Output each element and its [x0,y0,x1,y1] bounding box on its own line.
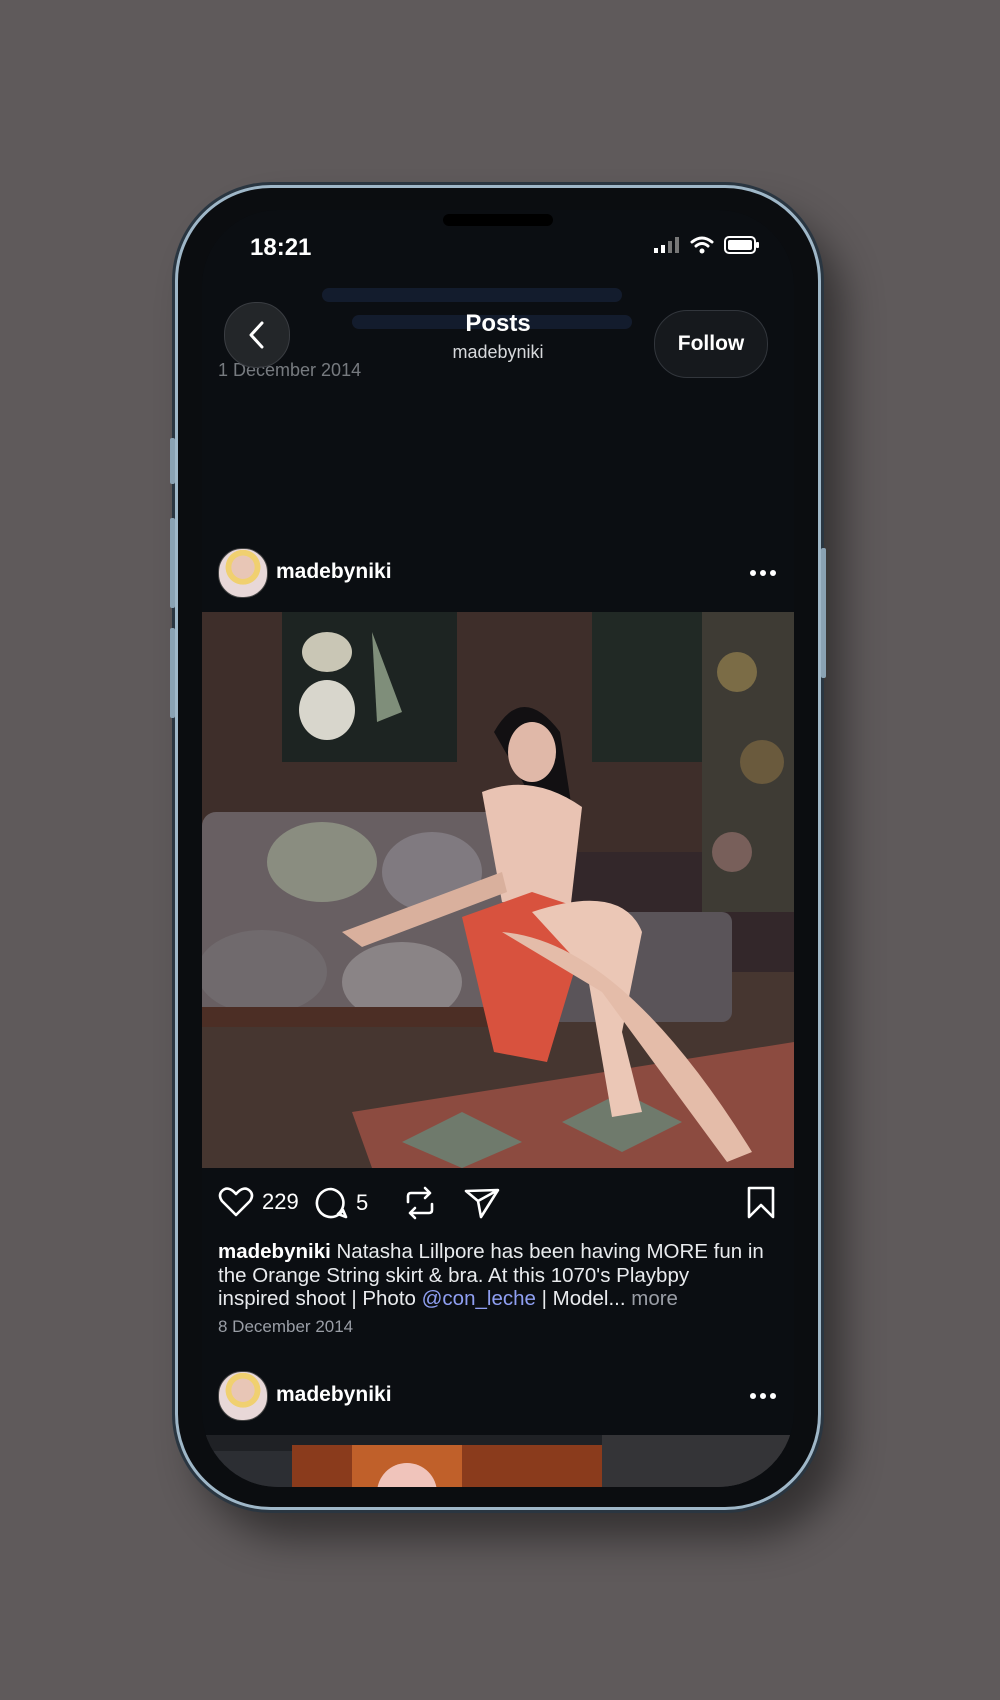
volume-up-button [170,518,175,608]
cellular-signal-icon [654,237,679,253]
wifi-icon [690,236,714,254]
phone-frame: 18:21 1 December 2014 Posts madebyniki F… [170,185,826,1510]
post-caption: madebyniki Natasha Lillpore has been hav… [218,1240,766,1311]
battery-icon [724,236,759,254]
post-header: madebyniki [202,1357,794,1435]
like-button[interactable]: 229 [218,1186,299,1218]
post-username[interactable]: madebyniki [276,560,392,584]
comment-count: 5 [356,1190,369,1215]
post-photo[interactable] [202,612,794,1168]
comment-icon [315,1187,348,1219]
repost-icon [406,1186,434,1220]
ellipsis-icon[interactable] [748,1381,778,1411]
save-button[interactable] [746,1186,776,1220]
share-button[interactable] [464,1186,500,1220]
caption-mention[interactable]: @con_leche [422,1287,536,1310]
comment-button[interactable]: 5 [314,1186,368,1220]
avatar[interactable] [218,548,268,598]
caption-more-link[interactable]: more [631,1287,678,1310]
post-header: madebyniki [202,534,794,612]
status-bar: 18:21 [202,210,794,270]
post-actions: 229 5 [202,1168,794,1242]
mute-switch [170,438,175,484]
post-photo-image [202,612,794,1168]
caption-rest: | Model... [535,1287,632,1310]
status-time: 18:21 [250,234,312,261]
notch [443,214,553,226]
send-icon [464,1188,500,1219]
post-username[interactable]: madebyniki [276,1383,392,1407]
avatar[interactable] [218,1371,268,1421]
bookmark-icon [747,1186,775,1219]
screen: 18:21 1 December 2014 Posts madebyniki F… [202,210,794,1487]
heart-icon [218,1187,254,1217]
caption-username[interactable]: madebyniki [218,1240,331,1263]
post-date: 8 December 2014 [218,1317,354,1336]
like-count: 229 [262,1189,299,1214]
ellipsis-icon[interactable] [748,558,778,588]
post-photo[interactable] [202,1435,794,1487]
repost-button[interactable] [404,1186,436,1220]
posts-header: 1 December 2014 Posts madebyniki Follow [202,270,794,380]
volume-down-button [170,628,175,718]
status-icons [654,236,760,254]
follow-button[interactable]: Follow [654,310,768,378]
post-photo-image [202,1435,794,1487]
power-button [821,548,826,678]
